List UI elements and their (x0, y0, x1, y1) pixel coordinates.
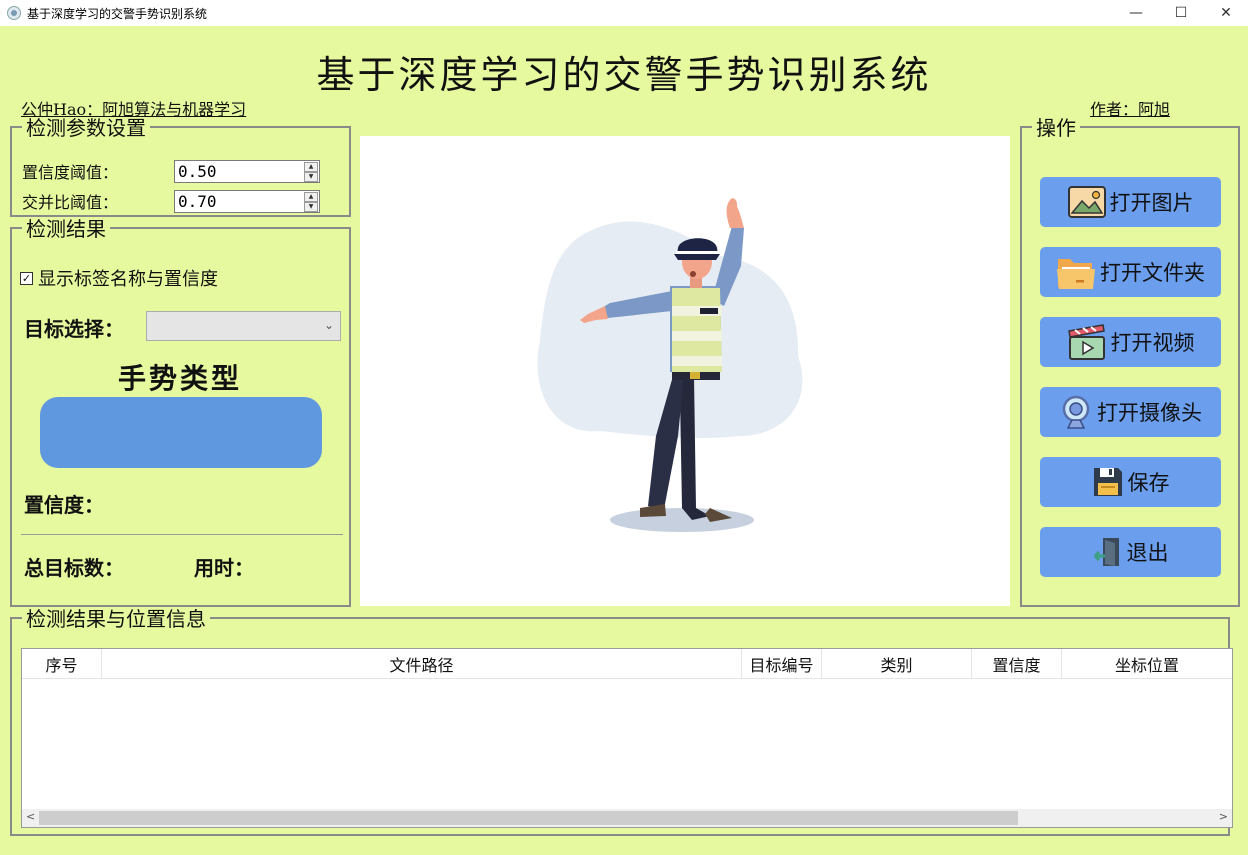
confidence-threshold-row: 置信度阈值： ▲ ▼ (22, 159, 320, 183)
confidence-threshold-input[interactable] (175, 160, 303, 182)
author-label: 作者：阿旭 (1089, 100, 1170, 119)
confidence-threshold-label: 置信度阈值： (22, 163, 119, 182)
scrollbar-thumb[interactable] (39, 811, 1018, 825)
save-button[interactable]: 保存 (1040, 457, 1221, 507)
show-labels-checkbox[interactable]: ✓ 显示标签名称与置信度 (20, 265, 218, 291)
target-select-dropdown[interactable]: ⌄ (146, 311, 341, 341)
column-header-coordinates[interactable]: 坐标位置 (1062, 649, 1232, 678)
confidence-result-label: 置信度： (24, 493, 104, 517)
elapsed-time-label: 用时： (194, 556, 254, 580)
confidence-threshold-spinbox: ▲ ▼ (174, 159, 320, 183)
iou-threshold-spinbox: ▲ ▼ (174, 189, 320, 213)
params-group-title: 检测参数设置 (22, 117, 150, 139)
operations-group-title: 操作 (1032, 117, 1080, 139)
column-header-class[interactable]: 类别 (822, 649, 972, 678)
operations-group: 操作 打开图片 打开文件夹 打开视频 打开摄像头 保存 退出 (1020, 117, 1240, 607)
horizontal-scrollbar[interactable]: < > (22, 809, 1232, 827)
video-icon (1067, 323, 1107, 361)
iou-down-arrow-icon[interactable]: ▼ (304, 201, 318, 212)
scroll-right-arrow-icon[interactable]: > (1219, 810, 1228, 823)
iou-up-arrow-icon[interactable]: ▲ (304, 191, 318, 202)
table-group: 检测结果与位置信息 序号 文件路径 目标编号 类别 置信度 坐标位置 < > (10, 608, 1233, 836)
minimize-button[interactable]: — (1113, 0, 1159, 26)
exit-button[interactable]: 退出 (1040, 527, 1221, 577)
params-group: 检测参数设置 置信度阈值： ▲ ▼ 交并比阈值： ▲ ▼ (10, 117, 351, 217)
results-group: 检测结果 ✓ 显示标签名称与置信度 目标选择： ⌄ 手势类型 置信度： 总目标数… (10, 218, 351, 607)
open-camera-button[interactable]: 打开摄像头 (1040, 387, 1221, 437)
chevron-down-icon: ⌄ (323, 318, 334, 332)
open-folder-button[interactable]: 打开文件夹 (1040, 247, 1221, 297)
maximize-button[interactable]: ☐ (1158, 0, 1204, 26)
camera-icon (1059, 394, 1093, 430)
exit-label: 退出 (1126, 541, 1169, 565)
window-titlebar: 基于深度学习的交警手势识别系统 — ☐ ✕ (0, 0, 1248, 26)
traffic-police-illustration (537, 198, 803, 532)
column-header-target-id[interactable]: 目标编号 (742, 649, 822, 678)
column-header-confidence[interactable]: 置信度 (972, 649, 1062, 678)
folder-icon (1056, 253, 1096, 291)
image-icon (1067, 186, 1106, 218)
gesture-type-title: 手势类型 (117, 362, 242, 395)
confidence-up-arrow-icon[interactable]: ▲ (304, 161, 318, 172)
save-label: 保存 (1127, 471, 1170, 495)
scroll-left-arrow-icon[interactable]: < (26, 810, 35, 823)
exit-icon (1093, 536, 1123, 568)
table-group-title: 检测结果与位置信息 (22, 608, 210, 630)
column-header-index[interactable]: 序号 (22, 649, 102, 678)
results-group-title: 检测结果 (22, 218, 110, 240)
window-title: 基于深度学习的交警手势识别系统 (27, 6, 208, 21)
show-labels-label: 显示标签名称与置信度 (38, 269, 218, 290)
open-folder-label: 打开文件夹 (1100, 261, 1205, 285)
app-icon (7, 6, 21, 20)
open-camera-label: 打开摄像头 (1097, 401, 1202, 425)
iou-threshold-row: 交并比阈值： ▲ ▼ (22, 189, 320, 213)
open-image-label: 打开图片 (1109, 191, 1194, 215)
iou-threshold-input[interactable] (175, 190, 303, 212)
open-image-button[interactable]: 打开图片 (1040, 177, 1221, 227)
floppy-icon (1092, 466, 1124, 498)
page-title: 基于深度学习的交警手势识别系统 (316, 53, 932, 97)
results-table: 序号 文件路径 目标编号 类别 置信度 坐标位置 < > (21, 648, 1233, 828)
column-header-file-path[interactable]: 文件路径 (102, 649, 742, 678)
confidence-down-arrow-icon[interactable]: ▼ (304, 171, 318, 182)
checkbox-check-icon[interactable]: ✓ (20, 271, 33, 285)
total-targets-label: 总目标数： (24, 556, 124, 580)
target-select-label: 目标选择： (24, 317, 124, 341)
gesture-type-display (40, 397, 322, 468)
image-preview (360, 136, 1010, 606)
open-video-label: 打开视频 (1110, 331, 1195, 355)
open-video-button[interactable]: 打开视频 (1040, 317, 1221, 367)
iou-threshold-label: 交并比阈值： (22, 193, 119, 212)
results-divider (21, 534, 343, 535)
close-button[interactable]: ✕ (1203, 0, 1248, 26)
table-header: 序号 文件路径 目标编号 类别 置信度 坐标位置 (22, 649, 1232, 679)
